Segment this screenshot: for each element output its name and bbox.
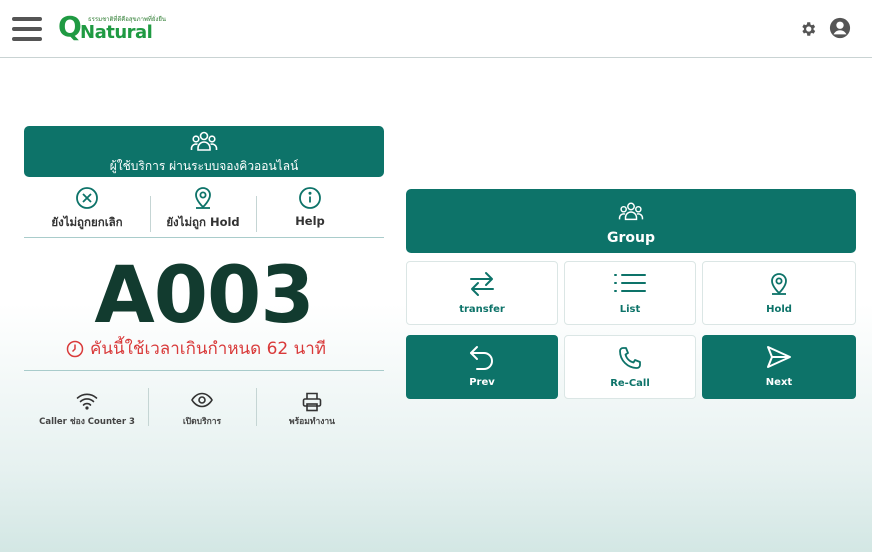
recall-button[interactable]: Re-Call bbox=[564, 335, 696, 399]
logo-letter: Q bbox=[58, 10, 82, 43]
transfer-button[interactable]: transfer bbox=[406, 261, 558, 325]
printer-ready-status[interactable]: พร้อมทำงาน bbox=[256, 386, 368, 428]
group-button[interactable]: Group bbox=[406, 189, 856, 253]
hold-button[interactable]: Hold bbox=[702, 261, 856, 325]
open-service-label: เปิดบริการ bbox=[182, 417, 222, 427]
current-queue-number: A003 bbox=[94, 251, 314, 341]
group-label: Group bbox=[606, 230, 655, 246]
online-booking-banner[interactable]: ผู้ใช้บริการ ผ่านระบบจองคิวออนไลน์ bbox=[24, 126, 384, 177]
logo: Q ธรรมชาติที่ดีคือสุขภาพที่ยั่งยืน Natur… bbox=[58, 10, 166, 45]
group-users-icon bbox=[618, 202, 644, 221]
help-label: Help bbox=[295, 214, 325, 228]
eye-icon bbox=[191, 392, 213, 408]
status-row: ยังไม่ถูกยกเลิก ยังไม่ถูก Hold Help bbox=[24, 184, 384, 238]
transfer-arrows-icon bbox=[470, 272, 494, 296]
online-booking-label: ผู้ใช้บริการ ผ่านระบบจองคิวออนไลน์ bbox=[109, 159, 299, 173]
list-button[interactable]: List bbox=[564, 261, 696, 325]
overtime-text: คันนี้ใช้เวลาเกินกำหนด 62 นาที bbox=[90, 339, 327, 359]
wifi-icon bbox=[76, 393, 98, 410]
recall-label: Re-Call bbox=[610, 378, 650, 389]
user-avatar-icon[interactable] bbox=[829, 17, 851, 39]
undo-arrow-icon bbox=[470, 346, 493, 370]
transfer-label: transfer bbox=[459, 304, 505, 315]
prev-label: Prev bbox=[469, 377, 495, 388]
not-held-label: ยังไม่ถูก Hold bbox=[166, 215, 240, 229]
clock-icon bbox=[66, 340, 84, 358]
caller-counter-label: Caller ช่อง Counter 3 bbox=[39, 417, 135, 427]
group-users-icon bbox=[190, 131, 218, 151]
send-icon bbox=[767, 346, 791, 368]
printer-icon bbox=[302, 392, 322, 412]
top-bar: Q ธรรมชาติที่ดีคือสุขภาพที่ยั่งยืน Natur… bbox=[0, 0, 872, 58]
open-service-status[interactable]: เปิดบริการ bbox=[148, 386, 256, 428]
help-button[interactable]: Help bbox=[256, 184, 364, 232]
location-pin-icon bbox=[195, 187, 211, 209]
not-held-status[interactable]: ยังไม่ถูก Hold bbox=[150, 184, 256, 232]
menu-icon[interactable] bbox=[12, 17, 42, 41]
logo-word: Natural bbox=[80, 22, 153, 43]
not-cancelled-status[interactable]: ยังไม่ถูกยกเลิก bbox=[24, 184, 150, 232]
divider bbox=[24, 237, 384, 238]
overtime-warning: คันนี้ใช้เวลาเกินกำหนด 62 นาที bbox=[24, 336, 384, 362]
footer-row: Caller ช่อง Counter 3 เปิดบริการ พร้อมทำ… bbox=[24, 386, 384, 428]
next-label: Next bbox=[765, 377, 793, 388]
gear-icon[interactable] bbox=[799, 20, 817, 38]
info-icon bbox=[299, 187, 321, 209]
list-label: List bbox=[619, 304, 641, 315]
location-pin-icon bbox=[771, 273, 787, 295]
caller-counter-status[interactable]: Caller ช่อง Counter 3 bbox=[24, 386, 150, 428]
list-icon bbox=[614, 274, 646, 292]
cancel-circle-icon bbox=[76, 187, 98, 209]
hold-label: Hold bbox=[766, 304, 792, 315]
next-button[interactable]: Next bbox=[702, 335, 856, 399]
divider bbox=[24, 370, 384, 371]
phone-icon bbox=[619, 347, 641, 369]
not-cancelled-label: ยังไม่ถูกยกเลิก bbox=[51, 215, 123, 229]
printer-ready-label: พร้อมทำงาน bbox=[289, 417, 335, 427]
prev-button[interactable]: Prev bbox=[406, 335, 558, 399]
